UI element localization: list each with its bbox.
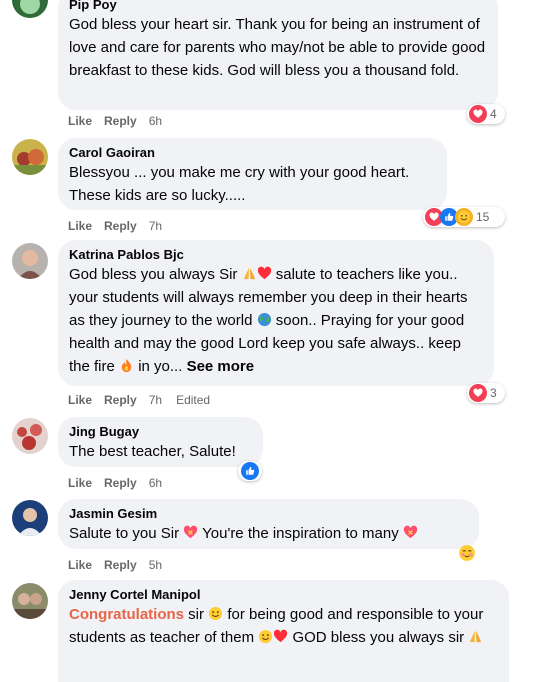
- avatar[interactable]: [12, 583, 48, 619]
- like-button[interactable]: Like: [68, 475, 92, 491]
- comment-author[interactable]: Katrina Pablos Bjc: [69, 246, 482, 263]
- comment-bubble: Katrina Pablos Bjc God bless you always …: [58, 240, 494, 386]
- avatar-image: [12, 418, 48, 454]
- comment-actions: Like Reply 6h: [68, 475, 162, 491]
- comment-author[interactable]: Jenny Cortel Manipol: [69, 586, 497, 603]
- comment-text-part: sir: [188, 606, 204, 623]
- see-more-link[interactable]: See more: [187, 358, 255, 375]
- comment-bubble: Jing Bugay The best teacher, Salute!: [58, 417, 263, 467]
- reaction-summary[interactable]: [238, 461, 262, 481]
- avatar-image: [12, 139, 48, 175]
- comment-text: Salute to you Sir You're the inspiration…: [69, 522, 467, 545]
- blushing-emoji: [458, 544, 476, 562]
- heart-reaction-icon: [469, 105, 487, 123]
- comment-actions: Like Reply 5h: [68, 557, 162, 573]
- avatar-image: [12, 0, 48, 18]
- reaction-summary[interactable]: 15: [423, 207, 505, 227]
- like-button[interactable]: Like: [68, 557, 92, 573]
- avatar[interactable]: [12, 139, 48, 175]
- reply-button[interactable]: Reply: [104, 218, 137, 234]
- timestamp[interactable]: 7h: [149, 392, 162, 408]
- congratulations-highlight[interactable]: Congratulations: [69, 606, 184, 623]
- like-button[interactable]: Like: [68, 392, 92, 408]
- timestamp[interactable]: 5h: [149, 557, 162, 573]
- smiley-emoji: [208, 606, 223, 621]
- comment-actions: Like Reply 6h: [68, 113, 162, 129]
- avatar-image: [12, 583, 48, 619]
- reaction-count: 3: [490, 386, 497, 400]
- reply-button[interactable]: Reply: [104, 113, 137, 129]
- comment-bubble: Jasmin Gesim Salute to you Sir You're th…: [58, 499, 479, 549]
- like-button[interactable]: Like: [68, 113, 92, 129]
- praying-hands-emoji: [468, 629, 483, 644]
- reaction-summary[interactable]: [455, 543, 479, 563]
- comment-text: God bless you always Sir salute to teach…: [69, 263, 482, 378]
- reaction-summary[interactable]: 4: [467, 104, 505, 124]
- reply-button[interactable]: Reply: [104, 392, 137, 408]
- comment-author[interactable]: Jing Bugay: [69, 423, 251, 440]
- praying-hands-emoji: [242, 266, 257, 281]
- avatar[interactable]: [12, 0, 48, 18]
- comment-text-part: in yo...: [138, 358, 183, 375]
- comment-text-part: God bless you always Sir: [69, 266, 238, 283]
- heart-reaction-icon: [469, 384, 487, 402]
- comment-bubble: Jenny Cortel Manipol Congratulations sir…: [58, 580, 509, 682]
- avatar[interactable]: [12, 243, 48, 279]
- avatar-image: [12, 500, 48, 536]
- reaction-count: 4: [490, 107, 497, 121]
- comment-text: God bless your heart sir. Thank you for …: [69, 16, 486, 79]
- like-button[interactable]: Like: [68, 218, 92, 234]
- reply-button[interactable]: Reply: [104, 557, 137, 573]
- comment-bubble: Carol Gaoiran Blessyou ... you make me c…: [58, 138, 447, 210]
- timestamp[interactable]: 7h: [149, 218, 162, 234]
- red-heart-emoji: [273, 629, 288, 644]
- comment-text-part: GOD bless you always sir: [292, 629, 465, 646]
- reaction-count: 15: [476, 210, 490, 224]
- comment-text: Congratulations sir for being good and r…: [69, 603, 497, 649]
- reaction-summary[interactable]: 3: [467, 383, 505, 403]
- comment-author[interactable]: Jasmin Gesim: [69, 505, 467, 522]
- care-reaction-icon: [455, 208, 473, 226]
- comment-text: Blessyou ... you make me cry with your g…: [69, 164, 410, 204]
- comment-actions: Like Reply 7h: [68, 218, 162, 234]
- timestamp[interactable]: 6h: [149, 113, 162, 129]
- timestamp[interactable]: 6h: [149, 475, 162, 491]
- reply-button[interactable]: Reply: [104, 475, 137, 491]
- comment-text-part: Salute to you Sir: [69, 525, 180, 542]
- avatar[interactable]: [12, 500, 48, 536]
- comment-text: The best teacher, Salute!: [69, 443, 236, 460]
- comment-author[interactable]: Carol Gaoiran: [69, 144, 435, 161]
- like-reaction-icon: [241, 462, 259, 480]
- comment-author[interactable]: Pip Poy: [69, 0, 486, 13]
- comment-bubble: Pip Poy God bless your heart sir. Thank …: [58, 0, 498, 110]
- red-heart-emoji: [257, 266, 272, 281]
- fire-emoji: [119, 358, 134, 373]
- edited-label[interactable]: Edited: [176, 392, 210, 408]
- smiley-emoji: [258, 629, 273, 644]
- comment-actions: Like Reply 7h Edited: [68, 392, 210, 408]
- globe-emoji: [257, 312, 272, 327]
- avatar[interactable]: [12, 418, 48, 454]
- heart-with-ribbon-emoji: [183, 525, 198, 540]
- comment-text-part: You're the inspiration to many: [202, 525, 399, 542]
- avatar-image: [12, 243, 48, 279]
- heart-with-ribbon-emoji: [403, 525, 418, 540]
